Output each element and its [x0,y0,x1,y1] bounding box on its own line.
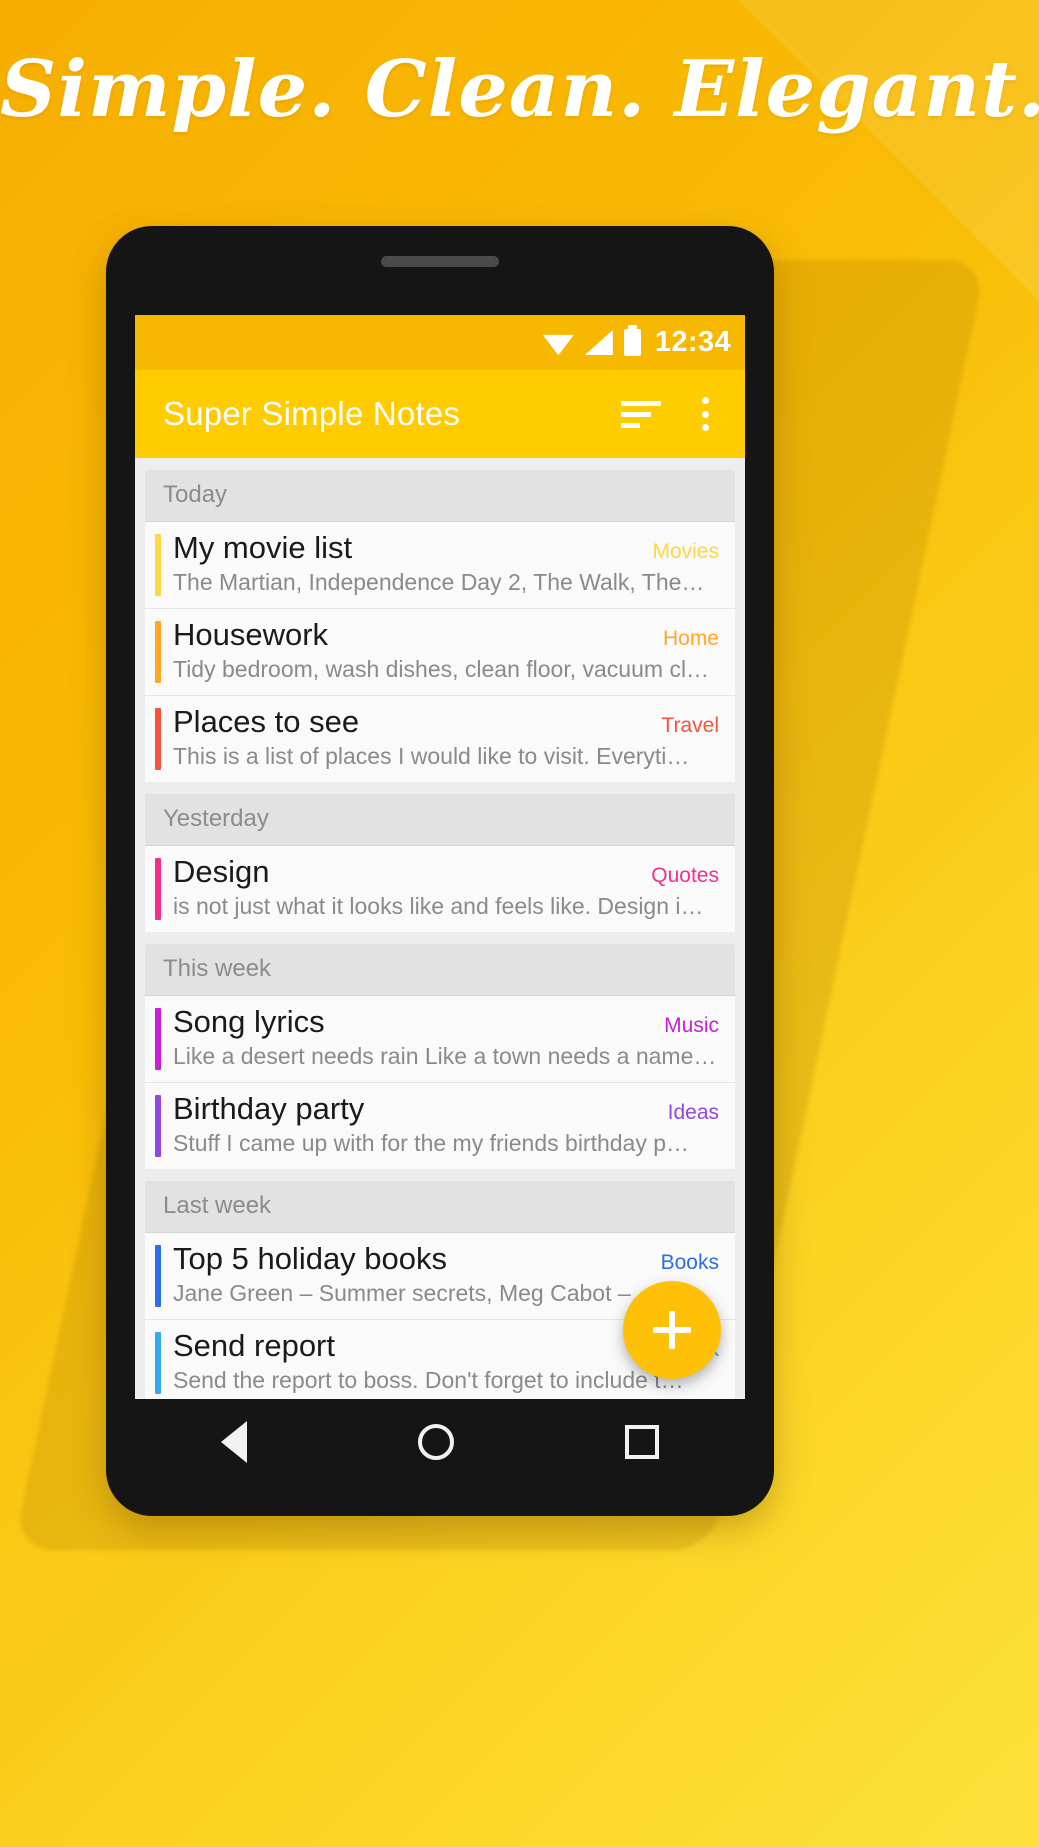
note-snippet: Stuff I came up with for the my friends … [173,1130,690,1156]
note-body: My movie list Movies The Martian, Independ… [161,522,735,608]
plus-icon [653,1311,691,1349]
phone-screen: 12:34 Super Simple Notes Today My movie l… [135,315,745,1399]
android-navigation-bar [135,1402,745,1482]
page-title: Simple. Clean. Elegant. [0,44,1039,135]
note-header-row: Housework Home [173,617,719,653]
home-circle-icon[interactable] [417,1424,454,1460]
battery-icon [623,325,641,356]
phone-earpiece-speaker [381,256,499,267]
note-title: Top 5 holiday books [173,1241,448,1276]
note-body: Housework Home Tidy bedroom, wash dishes, … [161,609,735,695]
recents-square-icon[interactable] [625,1425,660,1459]
note-title: Birthday party [173,1091,365,1126]
section-header: Last week [145,1181,735,1233]
note-snippet: Like a desert needs rain Like a town nee… [173,1043,717,1069]
note-title: Song lyrics [173,1004,325,1039]
note-title: Design [173,854,270,889]
note-list-item[interactable]: Places to see Travel This is a list of pla… [145,696,735,782]
note-body: Places to see Travel This is a list of pla… [161,696,735,782]
note-body: Song lyrics Music Like a desert needs rain… [161,996,735,1082]
overflow-menu-icon[interactable] [691,397,719,431]
notes-list[interactable]: Today My movie list Movies The Martian, Ind… [135,458,745,1399]
app-bar: Super Simple Notes [135,370,745,458]
note-snippet: Send the report to boss. Don't forget to… [173,1367,684,1393]
note-header-row: Places to see Travel [173,704,719,740]
section-header: Today [145,470,735,522]
note-snippet: is not just what it looks like and feels… [173,893,704,919]
note-category-label: Quotes [651,864,719,887]
note-list-item[interactable]: Song lyrics Music Like a desert needs rain… [145,996,735,1083]
status-bar-clock: 12:34 [654,326,731,358]
note-category-label: Home [662,627,719,650]
note-title: Send report [173,1328,335,1363]
note-body: Design Quotes is not just what it looks li… [161,846,735,932]
note-category-label: Books [660,1251,719,1274]
note-header-row: Birthday party Ideas [173,1091,719,1127]
note-header-row: My movie list Movies [173,530,719,566]
section-header: This week [145,944,735,996]
note-snippet: This is a list of places I would like to… [173,743,690,769]
note-header-row: Song lyrics Music [173,1004,719,1040]
note-category-label: Ideas [667,1101,719,1124]
note-list-item[interactable]: My movie list Movies The Martian, Independ… [145,522,735,609]
note-title: Housework [173,617,329,652]
notes-section: Yesterday Design Quotes is not just what it… [145,794,735,932]
app-bar-title: Super Simple Notes [163,395,461,432]
note-list-item[interactable]: Design Quotes is not just what it looks li… [145,846,735,932]
note-list-item[interactable]: Birthday party Ideas Stuff I came up with … [145,1083,735,1169]
add-note-fab[interactable] [623,1281,721,1379]
note-snippet: Tidy bedroom, wash dishes, clean floor, … [173,656,710,682]
note-body: Birthday party Ideas Stuff I came up with … [161,1083,735,1169]
wifi-icon [542,334,574,355]
note-header-row: Top 5 holiday books Books [173,1241,719,1277]
status-bar: 12:34 [135,315,745,370]
section-header: Yesterday [145,794,735,846]
note-title: Places to see [173,704,360,739]
note-snippet: The Martian, Independence Day 2, The Wal… [173,569,705,595]
note-list-item[interactable]: Housework Home Tidy bedroom, wash dishes, … [145,609,735,696]
note-category-label: Music [664,1014,719,1037]
note-title: My movie list [173,530,353,565]
sort-icon[interactable] [621,399,661,429]
notes-section: This week Song lyrics Music Like a desert n… [145,944,735,1169]
note-category-label: Travel [661,714,719,737]
note-header-row: Design Quotes [173,854,719,890]
note-category-label: Movies [652,540,719,563]
notes-section: Today My movie list Movies The Martian, Ind… [145,470,735,782]
back-triangle-icon[interactable] [220,1421,247,1463]
phone-device-frame: 12:34 Super Simple Notes Today My movie l… [106,226,774,1516]
signal-icon [584,330,613,355]
